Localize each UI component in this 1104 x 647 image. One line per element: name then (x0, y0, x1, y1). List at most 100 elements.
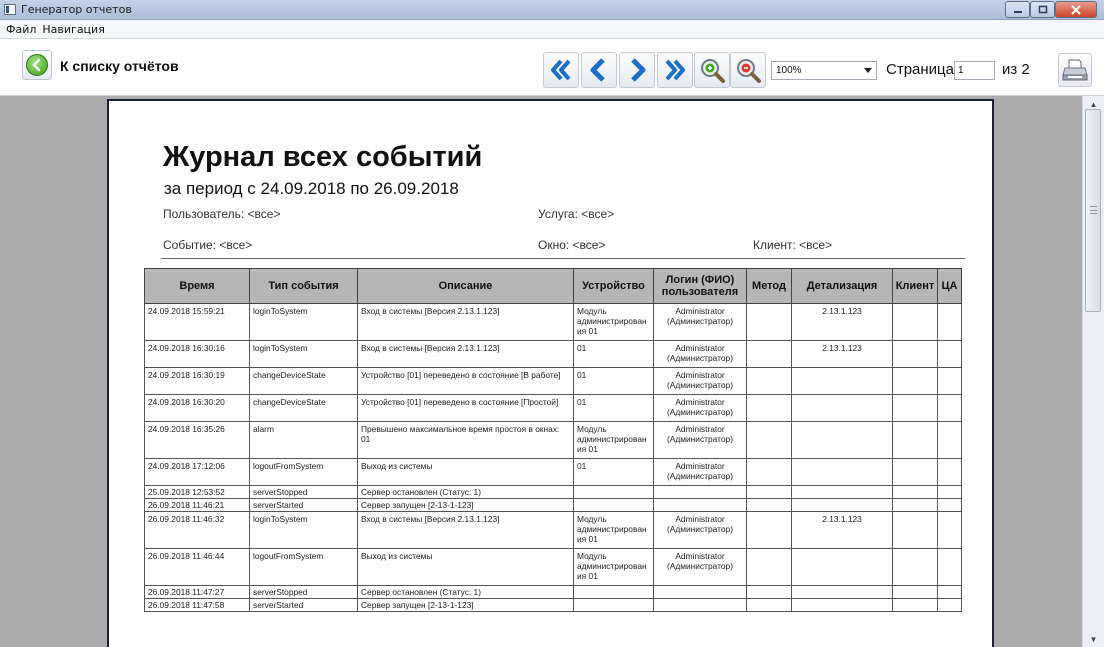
column-header: Описание (357, 268, 574, 304)
close-button[interactable] (1055, 1, 1097, 18)
table-cell: 26.09.2018 11:47:27 (144, 585, 250, 599)
table-cell (892, 421, 938, 459)
table-row: 24.09.2018 15:59:21 loginToSystem Вход в с… (144, 303, 962, 341)
table-cell: loginToSystem (249, 303, 358, 341)
table-cell: 25.09.2018 12:53:52 (144, 485, 250, 499)
back-to-reports-label[interactable]: К списку отчётов (60, 58, 179, 74)
report-period: за период с 24.09.2018 по 26.09.2018 (164, 179, 459, 198)
table-cell (892, 498, 938, 512)
table-cell (791, 598, 893, 612)
page-number-input[interactable]: 1 (954, 61, 995, 80)
scroll-down-icon[interactable]: ▼ (1083, 631, 1104, 647)
close-icon (1071, 4, 1081, 15)
table-cell (791, 367, 893, 395)
filter-service: Услуга: <все> (538, 207, 615, 221)
table-header-row: Время Тип события Описание Устройство Ло… (144, 268, 962, 304)
table-cell (791, 585, 893, 599)
zoom-out-button[interactable] (730, 52, 766, 88)
chevron-left-icon (590, 58, 605, 82)
maximize-button[interactable] (1030, 1, 1055, 18)
table-row: 24.09.2018 16:30:19 changeDeviceState Устр… (144, 367, 962, 395)
column-header: Тип события (249, 268, 358, 304)
scrollbar-thumb[interactable] (1085, 109, 1101, 312)
table-cell: Модуль администрирован ия 01 (573, 511, 654, 549)
table-cell: Вход в системы [Версия 2.13.1.123] (357, 303, 574, 341)
table-cell: serverStarted (249, 598, 358, 612)
table-cell (746, 340, 792, 368)
table-cell: logoutFromSystem (249, 548, 358, 586)
table-cell: Administrator (Администратор) (653, 340, 747, 368)
table-cell: Administrator (Администратор) (653, 458, 747, 486)
grip-icon (1090, 206, 1097, 214)
vertical-scrollbar[interactable]: ▲ ▼ (1082, 96, 1104, 647)
table-cell: loginToSystem (249, 340, 358, 368)
table-cell: 2.13.1.123 (791, 303, 893, 341)
table-cell: loginToSystem (249, 511, 358, 549)
table-cell: Сервер остановлен (Статус: 1) (357, 585, 574, 599)
table-cell (791, 421, 893, 459)
table-cell (746, 548, 792, 586)
first-page-button[interactable] (543, 52, 579, 88)
table-cell (892, 340, 938, 368)
column-header: Устройство (573, 268, 654, 304)
report-page: Журнал всех событий за период с 24.09.20… (107, 99, 994, 647)
table-cell: Устройство [01] переведено в состояние [… (357, 367, 574, 395)
table-cell (937, 340, 962, 368)
table-cell: serverStopped (249, 585, 358, 599)
table-cell (892, 458, 938, 486)
table-cell (892, 548, 938, 586)
table-row: 26.09.2018 11:46:21 serverStarted Сервер з… (144, 498, 962, 512)
table-cell: 24.09.2018 16:30:20 (144, 394, 250, 422)
table-cell: changeDeviceState (249, 367, 358, 395)
table-cell: Administrator (Администратор) (653, 367, 747, 395)
table-cell (746, 303, 792, 341)
double-chevron-right-icon (665, 59, 685, 81)
minimize-button[interactable] (1005, 1, 1030, 18)
previous-page-button[interactable] (581, 52, 617, 88)
table-cell: 24.09.2018 16:30:16 (144, 340, 250, 368)
table-row: 24.09.2018 16:35:26 alarm Превышено максим… (144, 421, 962, 459)
next-page-button[interactable] (619, 52, 655, 88)
table-cell: Модуль администрирован ия 01 (573, 548, 654, 586)
last-page-button[interactable] (657, 52, 693, 88)
table-row: 26.09.2018 11:47:27 serverStopped Сервер о… (144, 585, 962, 599)
print-button[interactable] (1058, 53, 1092, 87)
report-viewer[interactable]: Журнал всех событий за период с 24.09.20… (0, 96, 1082, 647)
table-cell (746, 585, 792, 599)
table-cell (937, 585, 962, 599)
table-cell (573, 498, 654, 512)
table-cell (937, 458, 962, 486)
table-cell: logoutFromSystem (249, 458, 358, 486)
table-cell: Administrator (Администратор) (653, 421, 747, 459)
table-cell (892, 367, 938, 395)
table-row: 25.09.2018 12:53:52 serverStopped Сервер о… (144, 485, 962, 499)
table-cell: 01 (573, 458, 654, 486)
zoom-select[interactable]: 100% (771, 61, 877, 80)
table-cell (791, 458, 893, 486)
printer-icon (1062, 59, 1088, 81)
table-cell: 26.09.2018 11:46:21 (144, 498, 250, 512)
table-cell: 24.09.2018 16:35:26 (144, 421, 250, 459)
events-table: Время Тип события Описание Устройство Ло… (144, 268, 962, 612)
menu-file[interactable]: Файл (3, 23, 39, 36)
page-label: Страница (886, 61, 954, 78)
divider (161, 258, 965, 259)
column-header: ЦА (937, 268, 962, 304)
zoom-in-button[interactable] (694, 52, 730, 88)
table-cell: 2.13.1.123 (791, 511, 893, 549)
filter-window: Окно: <все> (538, 238, 606, 252)
table-cell (746, 367, 792, 395)
table-cell (791, 394, 893, 422)
table-cell: 24.09.2018 16:30:19 (144, 367, 250, 395)
arrow-left-circle-icon[interactable] (26, 54, 48, 76)
table-row: 26.09.2018 11:47:58 serverStarted Сервер з… (144, 598, 962, 612)
table-cell: 26.09.2018 11:46:44 (144, 548, 250, 586)
zoom-out-icon (737, 59, 761, 83)
table-cell: Сервер запущен [2-13-1-123] (357, 498, 574, 512)
table-cell (791, 485, 893, 499)
menu-navigation[interactable]: Навигация (39, 23, 107, 36)
column-header: Время (144, 268, 250, 304)
table-cell (892, 303, 938, 341)
table-cell: Выход из системы (357, 458, 574, 486)
zoom-in-icon (701, 59, 725, 83)
